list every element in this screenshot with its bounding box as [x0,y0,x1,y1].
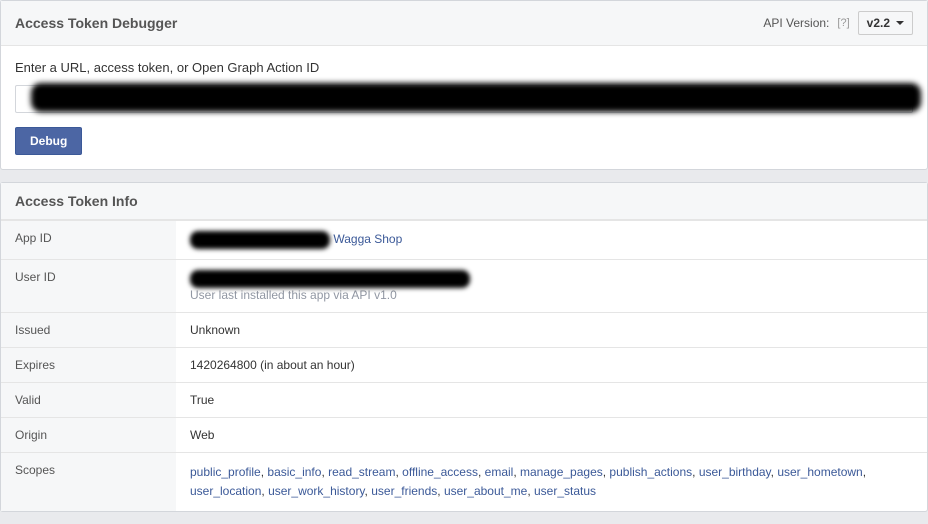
debugger-panel: Access Token Debugger API Version: [?] v… [0,0,928,170]
scope-link[interactable]: user_status [534,484,596,498]
page-title: Access Token Debugger [15,15,177,31]
table-row: Issued Unknown [1,313,927,348]
row-value: Web [176,418,927,453]
row-label: App ID [1,221,176,260]
user-id-subtext: User last installed this app via API v1.… [190,288,913,302]
scope-link[interactable]: basic_info [267,465,321,479]
debugger-body: Enter a URL, access token, or Open Graph… [1,46,927,169]
row-label: Expires [1,348,176,383]
app-link[interactable]: Wagga Shop [333,232,402,246]
scope-link[interactable]: user_friends [371,484,437,498]
token-input-wrap [15,85,913,113]
token-info-panel: Access Token Info App ID Wagga Shop User… [0,182,928,512]
scope-link[interactable]: user_location [190,484,261,498]
row-value: User last installed this app via API v1.… [176,260,927,313]
table-row: Scopes public_profile, basic_info, read_… [1,453,927,512]
scopes-cell: public_profile, basic_info, read_stream,… [176,453,927,512]
table-row: App ID Wagga Shop [1,221,927,260]
chevron-down-icon [896,21,904,25]
table-row: Expires 1420264800 (in about an hour) [1,348,927,383]
scope-link[interactable]: offline_access [402,465,478,479]
redaction-bar [190,270,470,288]
token-info-table: App ID Wagga Shop User ID User last inst… [1,220,927,511]
row-label: Valid [1,383,176,418]
row-label: Origin [1,418,176,453]
api-version-dropdown[interactable]: v2.2 [858,11,913,35]
api-version-label: API Version: [763,16,829,30]
scope-link[interactable]: user_about_me [444,484,527,498]
token-info-header: Access Token Info [1,183,927,220]
scope-link[interactable]: user_hometown [777,465,862,479]
redaction-bar [31,83,921,112]
table-row: Origin Web [1,418,927,453]
debug-button[interactable]: Debug [15,127,82,155]
row-value: True [176,383,927,418]
scope-link[interactable]: manage_pages [520,465,603,479]
scope-link[interactable]: user_birthday [699,465,771,479]
scope-link[interactable]: publish_actions [609,465,692,479]
table-row: User ID User last installed this app via… [1,260,927,313]
row-value: Wagga Shop [176,221,927,260]
token-info-title: Access Token Info [15,193,138,209]
scope-link[interactable]: user_work_history [268,484,364,498]
scope-link[interactable]: read_stream [328,465,395,479]
help-icon[interactable]: [?] [837,17,849,29]
row-value: Unknown [176,313,927,348]
row-value: 1420264800 (in about an hour) [176,348,927,383]
api-version-value: v2.2 [867,16,890,30]
table-row: Valid True [1,383,927,418]
scope-link[interactable]: email [485,465,514,479]
scope-link[interactable]: public_profile [190,465,261,479]
row-label: Issued [1,313,176,348]
api-version-control: API Version: [?] v2.2 [763,11,913,35]
input-prompt: Enter a URL, access token, or Open Graph… [15,60,913,75]
redaction-bar [190,231,330,249]
row-label: User ID [1,260,176,313]
debugger-header: Access Token Debugger API Version: [?] v… [1,1,927,46]
row-label: Scopes [1,453,176,512]
